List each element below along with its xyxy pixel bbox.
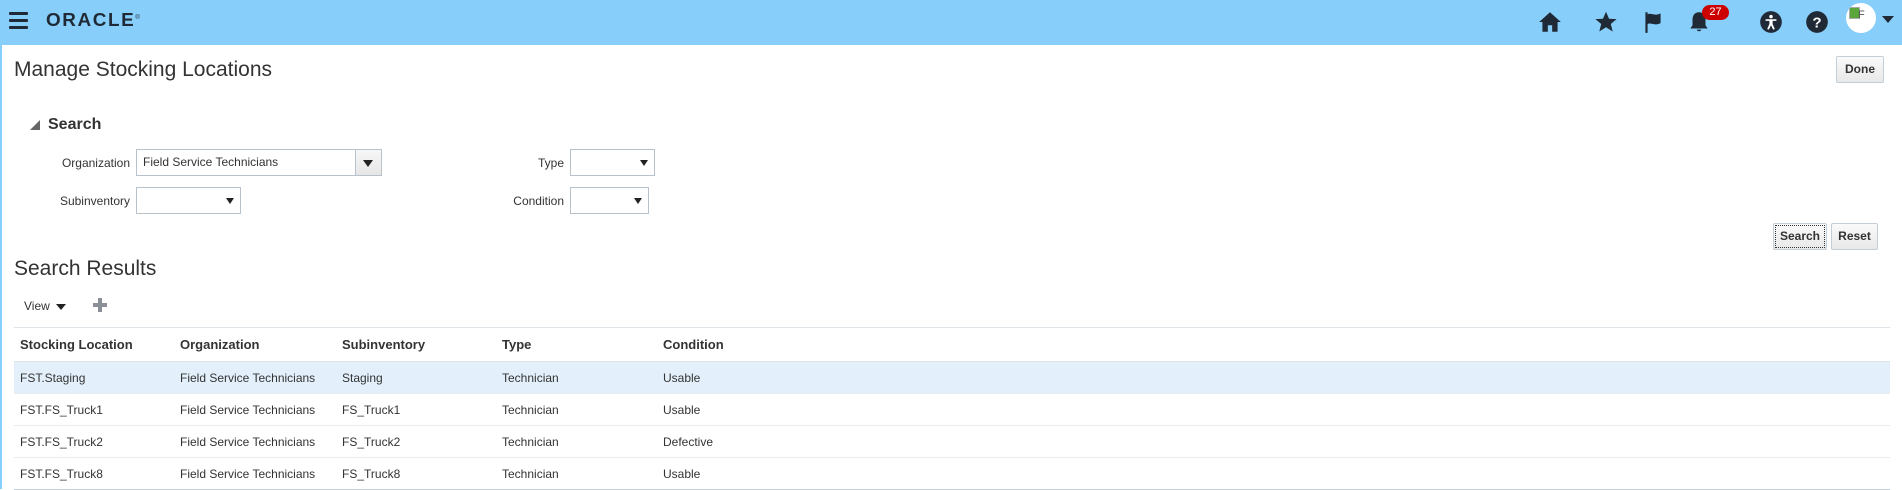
- chevron-down-icon[interactable]: [1882, 16, 1894, 23]
- add-icon[interactable]: [92, 297, 108, 313]
- column-header-stocking-location[interactable]: Stocking Location: [14, 327, 174, 362]
- avatar[interactable]: F: [1846, 3, 1876, 33]
- cell-subinventory: FS_Truck1: [336, 393, 496, 426]
- svg-text:?: ?: [1812, 14, 1821, 31]
- column-header-type[interactable]: Type: [496, 327, 657, 362]
- organization-value: Field Service Technicians: [143, 155, 279, 169]
- column-header-subinventory[interactable]: Subinventory: [336, 327, 496, 362]
- column-header-condition[interactable]: Condition: [657, 327, 1890, 362]
- view-menu-label: View: [24, 299, 50, 313]
- home-icon[interactable]: [1537, 9, 1563, 35]
- type-select[interactable]: [570, 149, 655, 176]
- table-row[interactable]: FST.FS_Truck2 Field Service Technicians …: [14, 425, 1890, 458]
- chevron-down-icon: [634, 198, 642, 204]
- search-results-title: Search Results: [14, 257, 157, 280]
- reset-button[interactable]: Reset: [1831, 223, 1878, 250]
- organization-dropdown-button[interactable]: [355, 149, 382, 176]
- help-icon[interactable]: ?: [1804, 9, 1830, 35]
- cell-organization: Field Service Technicians: [174, 361, 336, 394]
- table-row[interactable]: FST.FS_Truck8 Field Service Technicians …: [14, 457, 1890, 490]
- results-table: Stocking Location Organization Subinvent…: [14, 327, 1890, 490]
- organization-field[interactable]: Field Service Technicians: [136, 149, 382, 176]
- user-menu[interactable]: F: [1846, 3, 1902, 41]
- column-header-organization[interactable]: Organization: [174, 327, 336, 362]
- view-menu[interactable]: View: [24, 299, 66, 313]
- cell-stocking-location: FST.Staging: [14, 361, 174, 394]
- cell-subinventory: Staging: [336, 361, 496, 394]
- cell-stocking-location: FST.FS_Truck8: [14, 457, 174, 490]
- condition-label: Condition: [513, 194, 564, 208]
- cell-stocking-location: FST.FS_Truck1: [14, 393, 174, 426]
- notification-count-badge: 27: [1702, 5, 1729, 20]
- cell-condition: Usable: [657, 393, 1890, 426]
- page-title: Manage Stocking Locations: [14, 58, 272, 81]
- cell-condition: Usable: [657, 361, 1890, 394]
- star-icon[interactable]: [1593, 9, 1619, 35]
- chevron-down-icon: [640, 160, 648, 166]
- table-row[interactable]: FST.Staging Field Service Technicians St…: [14, 361, 1890, 394]
- organization-label: Organization: [61, 156, 130, 170]
- chevron-down-icon: [55, 303, 66, 310]
- cell-condition: Usable: [657, 457, 1890, 490]
- cell-organization: Field Service Technicians: [174, 393, 336, 426]
- cell-stocking-location: FST.FS_Truck2: [14, 425, 174, 458]
- global-header: ORACLE® 27 ? F: [0, 0, 1902, 45]
- avatar-alt-text: F: [1858, 9, 1865, 21]
- search-button[interactable]: Search: [1773, 223, 1827, 250]
- table-row[interactable]: FST.FS_Truck1 Field Service Technicians …: [14, 393, 1890, 426]
- cell-subinventory: FS_Truck8: [336, 457, 496, 490]
- cell-type: Technician: [496, 393, 657, 426]
- condition-select[interactable]: [570, 187, 649, 214]
- chevron-down-icon: [226, 198, 234, 204]
- table-header-row: Stocking Location Organization Subinvent…: [14, 327, 1890, 362]
- cell-organization: Field Service Technicians: [174, 457, 336, 490]
- disclosure-triangle-icon[interactable]: [30, 120, 40, 130]
- menu-icon[interactable]: [9, 12, 29, 30]
- flag-icon[interactable]: [1640, 9, 1666, 35]
- oracle-logo[interactable]: ORACLE®: [46, 10, 140, 31]
- type-label: Type: [537, 156, 564, 170]
- accessibility-icon[interactable]: [1758, 9, 1784, 35]
- logo-text: ORACLE: [46, 10, 136, 30]
- done-button[interactable]: Done: [1836, 56, 1884, 83]
- cell-type: Technician: [496, 425, 657, 458]
- page-content: Manage Stocking Locations Done Search Or…: [0, 45, 1902, 490]
- cell-subinventory: FS_Truck2: [336, 425, 496, 458]
- logo-registered-mark: ®: [135, 15, 140, 21]
- search-section-title: Search: [48, 116, 102, 133]
- cell-type: Technician: [496, 457, 657, 490]
- cell-condition: Defective: [657, 425, 1890, 458]
- cell-organization: Field Service Technicians: [174, 425, 336, 458]
- subinventory-label: Subinventory: [59, 194, 130, 208]
- cell-type: Technician: [496, 361, 657, 394]
- subinventory-select[interactable]: [136, 187, 241, 214]
- chevron-down-icon: [363, 160, 373, 167]
